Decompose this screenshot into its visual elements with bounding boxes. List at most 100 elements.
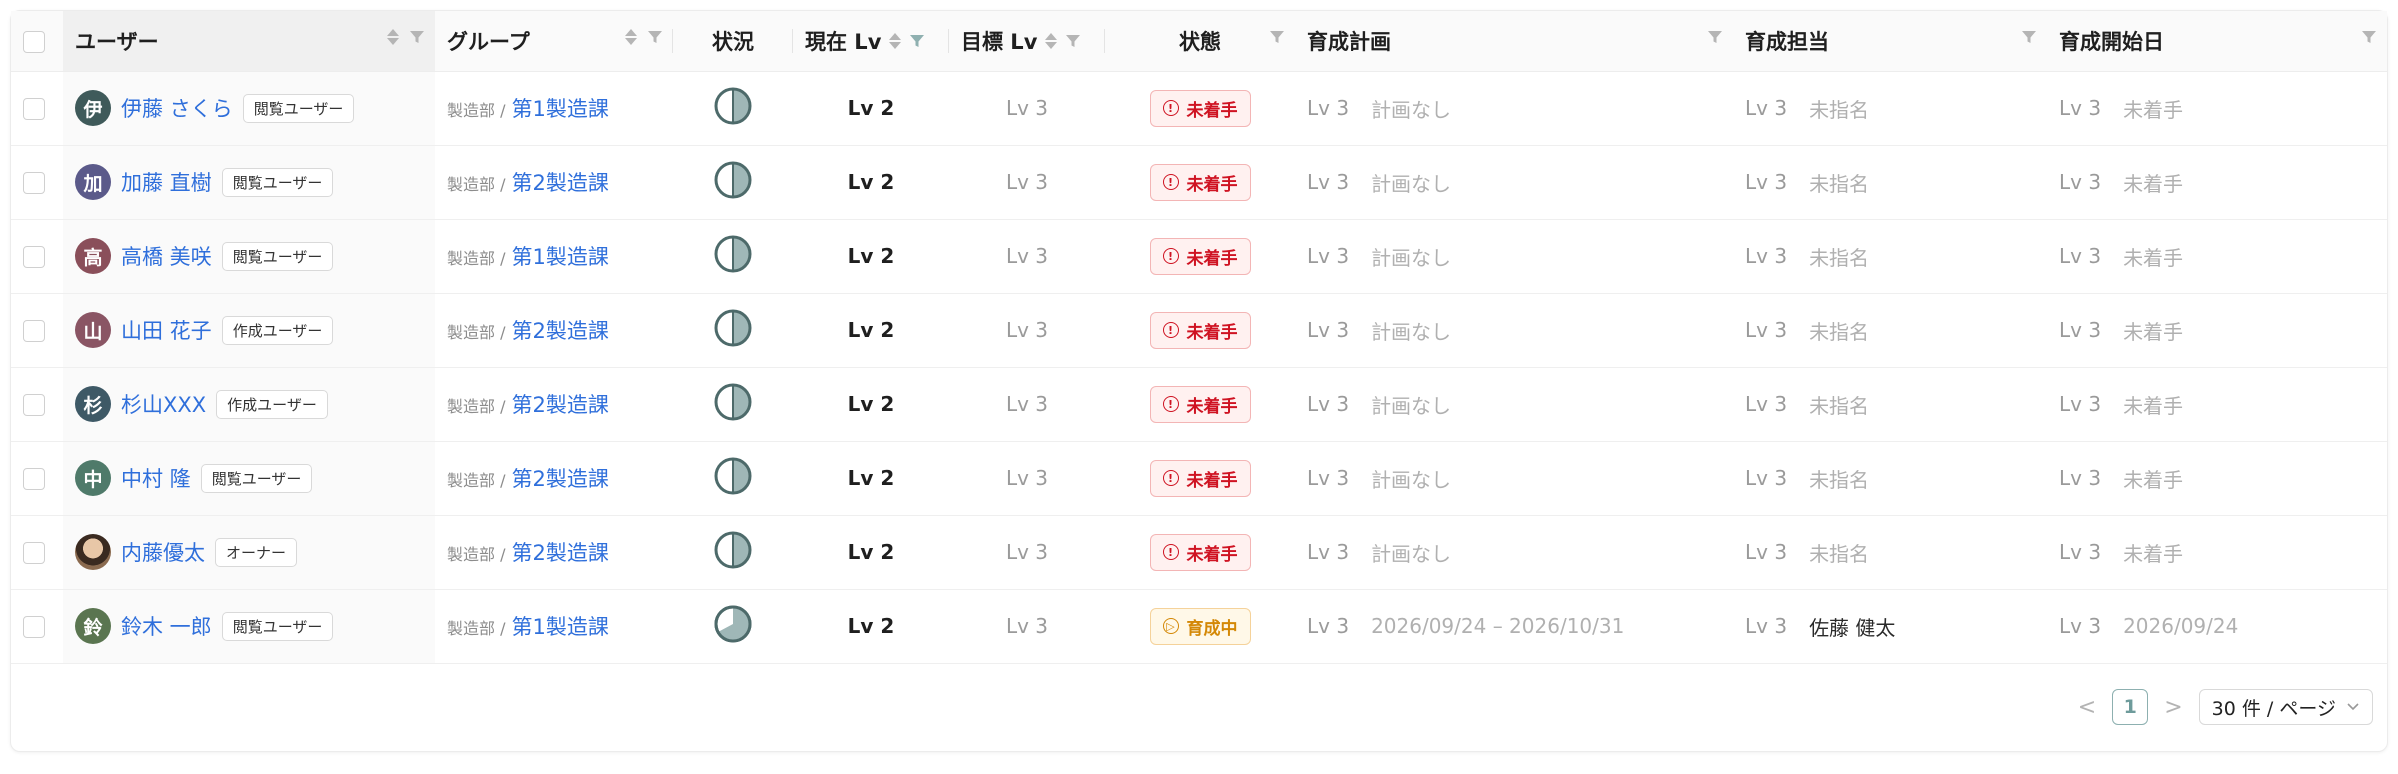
filter-icon[interactable]: [647, 29, 663, 45]
owner-cell: Lv 3 未指名: [1733, 71, 2047, 146]
column-label-start-date: 育成開始日: [2059, 29, 2164, 54]
group-link[interactable]: 第1製造課: [511, 615, 608, 639]
target-lv: Lv 3: [1005, 540, 1049, 564]
page-1-button[interactable]: 1: [2112, 689, 2149, 725]
column-header-owner[interactable]: 育成担当: [1733, 11, 2047, 72]
sort-icon[interactable]: [889, 32, 902, 49]
column-label-current-lv: 現在 Lv: [805, 29, 882, 54]
sort-icon[interactable]: [387, 29, 399, 45]
table-header-row: ユーザー グループ 状況 現在 Lv 目標 Lv 状態 育成計画 育成担当 育成…: [11, 11, 2387, 72]
user-name-link[interactable]: 杉山XXX: [121, 389, 206, 419]
page-size-select[interactable]: 30 件 / ページ: [2198, 689, 2373, 725]
plan-lv: Lv 3: [1307, 318, 1350, 342]
group-link[interactable]: 第2製造課: [511, 319, 608, 343]
table-row[interactable]: 加 加藤 直樹 閲覧ユーザー 製造部 / 第2製造課 Lv 2 Lv 3 ! 未着…: [11, 145, 2387, 220]
column-header-user[interactable]: ユーザー: [63, 11, 435, 72]
status-indicator-cell: [673, 589, 793, 664]
row-checkbox[interactable]: [23, 468, 45, 491]
filter-icon[interactable]: [2361, 29, 2377, 45]
row-checkbox[interactable]: [23, 98, 45, 121]
filter-icon[interactable]: [1707, 29, 1723, 45]
plan-lv: Lv 3: [1307, 244, 1350, 268]
table-row[interactable]: 杉 杉山XXX 作成ユーザー 製造部 / 第2製造課 Lv 2 Lv 3 ! 未着…: [11, 367, 2387, 442]
plan-text: 計画なし: [1371, 393, 1452, 418]
user-cell: 杉 杉山XXX 作成ユーザー: [63, 367, 435, 442]
status-badge-label: 未着手: [1186, 470, 1238, 491]
column-header-current-lv[interactable]: 現在 Lv: [793, 11, 949, 72]
plan-cell: Lv 3 計画なし: [1295, 293, 1733, 368]
table-row[interactable]: 内藤優太 オーナー 製造部 / 第2製造課 Lv 2 Lv 3 ! 未着手 Lv …: [11, 515, 2387, 590]
owner-lv: Lv 3: [1745, 392, 1788, 416]
avatar: 中: [75, 460, 111, 496]
plan-text: 計画なし: [1371, 467, 1452, 492]
user-name-link[interactable]: 伊藤 さくら: [121, 93, 233, 123]
alert-circle-icon: !: [1162, 100, 1179, 116]
row-select-cell: [11, 293, 63, 368]
table-row[interactable]: 鈴 鈴木 一郎 閲覧ユーザー 製造部 / 第1製造課 Lv 2 Lv 3 ▷ 育成…: [11, 589, 2387, 664]
sort-icon[interactable]: [1045, 32, 1058, 49]
target-lv: Lv 3: [1005, 392, 1049, 416]
group-cell: 製造部 / 第2製造課: [435, 293, 673, 368]
current-lv-cell: Lv 2: [793, 219, 949, 294]
owner-lv: Lv 3: [1745, 170, 1788, 194]
user-training-table-card: ユーザー グループ 状況 現在 Lv 目標 Lv 状態 育成計画 育成担当 育成…: [10, 10, 2388, 752]
row-checkbox[interactable]: [23, 394, 45, 417]
start-lv: Lv 3: [2059, 244, 2102, 268]
start-lv: Lv 3: [2059, 392, 2102, 416]
status-badge: ! 未着手: [1149, 311, 1251, 349]
row-checkbox[interactable]: [23, 320, 45, 343]
start-lv: Lv 3: [2059, 466, 2102, 490]
status-badge: ! 未着手: [1149, 163, 1251, 201]
table-row[interactable]: 山 山田 花子 作成ユーザー 製造部 / 第2製造課 Lv 2 Lv 3 ! 未着…: [11, 293, 2387, 368]
column-header-plan[interactable]: 育成計画: [1295, 11, 1733, 72]
user-cell: 加 加藤 直樹 閲覧ユーザー: [63, 145, 435, 220]
avatar: 杉: [75, 386, 111, 422]
group-link[interactable]: 第2製造課: [511, 541, 608, 565]
table-row[interactable]: 中 中村 隆 閲覧ユーザー 製造部 / 第2製造課 Lv 2 Lv 3 ! 未着手…: [11, 441, 2387, 516]
filter-icon[interactable]: [909, 33, 925, 49]
next-page-button[interactable]: >: [2164, 695, 2182, 720]
start-date-cell: Lv 3 2026/09/24: [2047, 589, 2387, 664]
filter-icon[interactable]: [2021, 29, 2037, 45]
row-checkbox[interactable]: [23, 172, 45, 195]
group-link[interactable]: 第2製造課: [511, 467, 608, 491]
column-header-group[interactable]: グループ: [435, 11, 673, 72]
current-lv: Lv 2: [847, 318, 895, 342]
filter-icon[interactable]: [1065, 33, 1081, 49]
start-date-cell: Lv 3 未着手: [2047, 145, 2387, 220]
group-link[interactable]: 第2製造課: [511, 171, 608, 195]
start-date: 未着手: [2123, 541, 2184, 566]
group-link[interactable]: 第1製造課: [511, 97, 608, 121]
row-checkbox[interactable]: [23, 616, 45, 639]
alert-circle-icon: !: [1162, 174, 1179, 190]
user-name-link[interactable]: 鈴木 一郎: [121, 611, 212, 641]
prev-page-button[interactable]: <: [2078, 695, 2096, 720]
select-all-checkbox[interactable]: [23, 30, 45, 53]
current-lv: Lv 2: [847, 614, 895, 638]
user-name-link[interactable]: 山田 花子: [121, 315, 212, 345]
status-badge-label: 未着手: [1186, 544, 1238, 565]
user-name-link[interactable]: 高橋 美咲: [121, 241, 212, 271]
row-checkbox[interactable]: [23, 542, 45, 565]
sort-icon[interactable]: [625, 29, 637, 45]
row-checkbox[interactable]: [23, 246, 45, 269]
table-row[interactable]: 伊 伊藤 さくら 閲覧ユーザー 製造部 / 第1製造課 Lv 2 Lv 3 ! 未…: [11, 71, 2387, 146]
filter-icon[interactable]: [1269, 29, 1285, 45]
column-label-user: ユーザー: [75, 29, 159, 54]
plan-lv: Lv 3: [1307, 170, 1350, 194]
filter-icon[interactable]: [409, 29, 425, 45]
column-header-state[interactable]: 状態: [1105, 11, 1295, 72]
user-name-link[interactable]: 中村 隆: [121, 463, 191, 493]
group-cell: 製造部 / 第1製造課: [435, 589, 673, 664]
column-header-start-date[interactable]: 育成開始日: [2047, 11, 2387, 72]
target-lv: Lv 3: [1005, 96, 1049, 120]
user-name-link[interactable]: 加藤 直樹: [121, 167, 212, 197]
state-cell: ! 未着手: [1105, 367, 1295, 442]
group-link[interactable]: 第1製造課: [511, 245, 608, 269]
table-row[interactable]: 高 高橋 美咲 閲覧ユーザー 製造部 / 第1製造課 Lv 2 Lv 3 ! 未着…: [11, 219, 2387, 294]
status-indicator-cell: [673, 515, 793, 590]
user-name-link[interactable]: 内藤優太: [121, 537, 205, 567]
owner-lv: Lv 3: [1745, 318, 1788, 342]
group-link[interactable]: 第2製造課: [511, 393, 608, 417]
column-header-target-lv[interactable]: 目標 Lv: [949, 11, 1105, 72]
